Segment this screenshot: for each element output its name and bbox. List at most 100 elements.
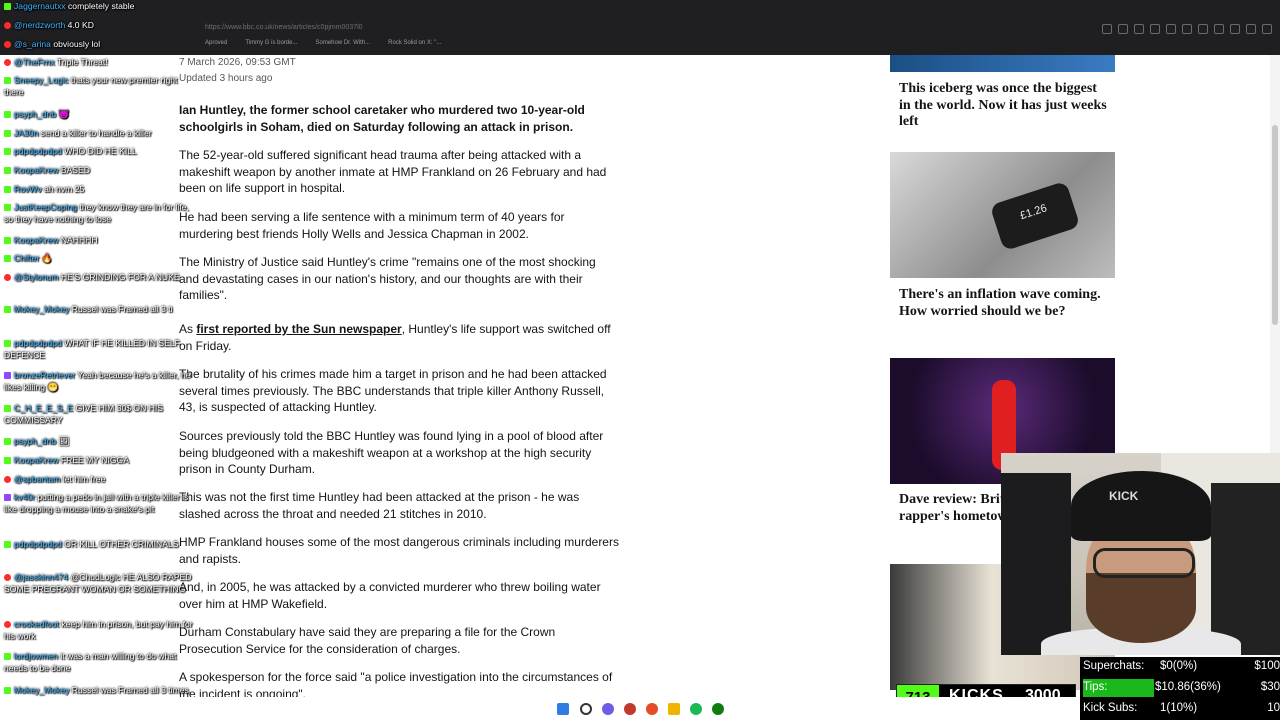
superchats-goal: $100 bbox=[1254, 660, 1280, 672]
bookmark-item[interactable]: Aproved bbox=[205, 40, 227, 52]
chat-username: C_H_E_E_S_E bbox=[14, 403, 74, 413]
tips-goal: $30 bbox=[1260, 681, 1280, 693]
article-paragraph: The 52-year-old suffered significant hea… bbox=[179, 148, 607, 195]
chat-message: Mokey_Mokey Russel was Framed all 3 ti bbox=[4, 303, 198, 315]
bookmark-star-icon[interactable] bbox=[1214, 24, 1224, 34]
reader-icon[interactable] bbox=[1102, 24, 1112, 34]
article-paragraph: HMP Frankland houses some of the most da… bbox=[179, 535, 619, 566]
bookmark-item[interactable]: Rock Solid on X: "... bbox=[388, 40, 441, 52]
chat-message: pdpdpdpdpd WHO DID HE KILL bbox=[4, 145, 198, 157]
chat-text: let him free bbox=[62, 474, 106, 484]
platform-badge-icon bbox=[4, 372, 11, 379]
chat-username: @TheFrnx bbox=[14, 57, 55, 67]
card-title[interactable]: There's an inflation wave coming. How wo… bbox=[899, 287, 1111, 320]
platform-badge-icon bbox=[4, 494, 11, 501]
glasses bbox=[1093, 548, 1195, 578]
chat-message: KoopaKrew NAHHHH bbox=[4, 234, 198, 246]
platform-badge-icon bbox=[4, 405, 11, 412]
chat-username: psyph_dnb bbox=[14, 109, 57, 119]
streamer-webcam: KICK bbox=[1001, 453, 1280, 655]
chat-username: @s_arina bbox=[14, 39, 51, 49]
spotify-icon[interactable] bbox=[690, 703, 702, 715]
platform-badge-icon bbox=[4, 255, 11, 262]
article-intro: Ian Huntley, the former school caretaker… bbox=[179, 103, 585, 134]
folder-icon[interactable] bbox=[668, 703, 680, 715]
browser-icon[interactable] bbox=[646, 703, 658, 715]
kick-subs-label: Kick Subs: bbox=[1083, 702, 1138, 714]
platform-badge-icon bbox=[4, 130, 11, 137]
chat-username: @spbantam bbox=[14, 474, 61, 484]
play-icon[interactable] bbox=[1198, 24, 1208, 34]
platform-badge-icon bbox=[4, 77, 11, 84]
chat-text: NAHHHH bbox=[60, 235, 98, 245]
windows-taskbar bbox=[0, 697, 1080, 720]
article-paragraph: Durham Constabulary have said they are p… bbox=[179, 625, 556, 656]
iceberg-card-image[interactable] bbox=[890, 55, 1115, 72]
translate-icon[interactable] bbox=[1134, 24, 1144, 34]
article-paragraph: He had been serving a life sentence with… bbox=[179, 210, 565, 241]
chat-message: RovWv ah nvm 25 bbox=[4, 183, 198, 195]
chat-username: @Stylonum bbox=[14, 272, 59, 282]
chat-message: pdpdpdpdpd WHAT IF HE KILLED IN SELF DEF… bbox=[4, 337, 198, 361]
extension-icon[interactable] bbox=[1246, 24, 1256, 34]
chat-username: psyph_dnb bbox=[14, 436, 57, 446]
chat-text: 🖼 bbox=[58, 436, 70, 446]
article-paragraph: The Ministry of Justice said Huntley's c… bbox=[179, 255, 596, 302]
address-bar[interactable]: https://www.bbc.co.uk/news/articles/c0pj… bbox=[205, 24, 363, 31]
zoom-icon[interactable] bbox=[1118, 24, 1128, 34]
bookmark-item[interactable]: Somehow Dr. With... bbox=[315, 40, 370, 52]
platform-badge-icon bbox=[4, 59, 11, 66]
kick-subs-value: 1(10%) bbox=[1160, 702, 1198, 714]
platform-badge-icon bbox=[4, 687, 11, 694]
discord-icon[interactable] bbox=[602, 703, 614, 715]
scrollbar-thumb[interactable] bbox=[1272, 125, 1278, 325]
sun-newspaper-link[interactable]: first reported by the Sun newspaper bbox=[196, 322, 401, 336]
chat-text: ah nvm 25 bbox=[44, 184, 85, 194]
chat-text: Russel was Framed all 3 ti bbox=[71, 304, 173, 314]
record-icon[interactable] bbox=[624, 703, 636, 715]
card-title[interactable]: This iceberg was once the biggest in the… bbox=[899, 81, 1111, 131]
cap bbox=[1071, 471, 1211, 541]
chat-message: @TheFrnx Triple Threat! bbox=[4, 56, 198, 68]
chat-username: Sneepy_Logic bbox=[14, 75, 69, 85]
start-icon[interactable] bbox=[557, 703, 569, 715]
chat-message: psyph_dnb 😈 bbox=[4, 108, 198, 120]
heart-icon[interactable] bbox=[1230, 24, 1240, 34]
chat-text: BASED bbox=[60, 165, 90, 175]
extension-icon[interactable] bbox=[1182, 24, 1192, 34]
browser-toolbar bbox=[1102, 24, 1272, 34]
tips-value: $10.86(36%) bbox=[1155, 681, 1221, 693]
bookmark-item[interactable]: Timmy G is borde... bbox=[245, 40, 297, 52]
xbox-icon[interactable] bbox=[712, 703, 724, 715]
platform-badge-icon bbox=[4, 186, 11, 193]
article-paragraph: As first reported by the Sun newspaper, … bbox=[179, 322, 611, 353]
chat-username: pdpdpdpdpd bbox=[14, 338, 62, 348]
chat-username: @jasskinn474 bbox=[14, 572, 69, 582]
chat-username: Jaggernautxx bbox=[14, 1, 66, 11]
chat-message: JA30n send a killer to handle a killer bbox=[4, 127, 198, 139]
chat-text: FREE MY NIGGA bbox=[60, 455, 129, 465]
superchats-label: Superchats: bbox=[1083, 660, 1145, 672]
platform-badge-icon bbox=[4, 541, 11, 548]
energy-meter-card-image[interactable]: £1.26 bbox=[890, 152, 1115, 278]
chat-username: kv40r bbox=[14, 492, 36, 502]
chat-message: @nerdzworth 4.0 KD bbox=[4, 19, 198, 31]
chat-message: crookedfoot keep him in prison, but pay … bbox=[4, 618, 198, 642]
chat-text: 🔥 bbox=[41, 253, 53, 263]
chat-username: RovWv bbox=[14, 184, 42, 194]
chat-message: Chifter 🔥 bbox=[4, 252, 198, 264]
chat-text: OR KILL OTHER CRIMINALS bbox=[64, 539, 179, 549]
chat-message: KoopaKrew FREE MY NIGGA bbox=[4, 454, 198, 466]
chat-text: Triple Threat! bbox=[56, 57, 108, 67]
search-icon[interactable] bbox=[580, 703, 592, 715]
chat-message: C_H_E_E_S_E GIVE HIM 30$ ON HIS COMMISSA… bbox=[4, 402, 198, 426]
share-icon[interactable] bbox=[1150, 24, 1160, 34]
chat-text: send a killer to handle a killer bbox=[40, 128, 152, 138]
article-paragraph: And, in 2005, he was attacked by a convi… bbox=[179, 580, 601, 611]
menu-icon[interactable] bbox=[1262, 24, 1272, 34]
chat-username: KoopaKrew bbox=[14, 235, 59, 245]
extension-icon[interactable] bbox=[1166, 24, 1176, 34]
superchats-value: $0(0%) bbox=[1160, 660, 1198, 672]
chat-username: lordjowmen bbox=[14, 651, 58, 661]
chat-message: Sneepy_Logic thats your new premier righ… bbox=[4, 74, 198, 98]
